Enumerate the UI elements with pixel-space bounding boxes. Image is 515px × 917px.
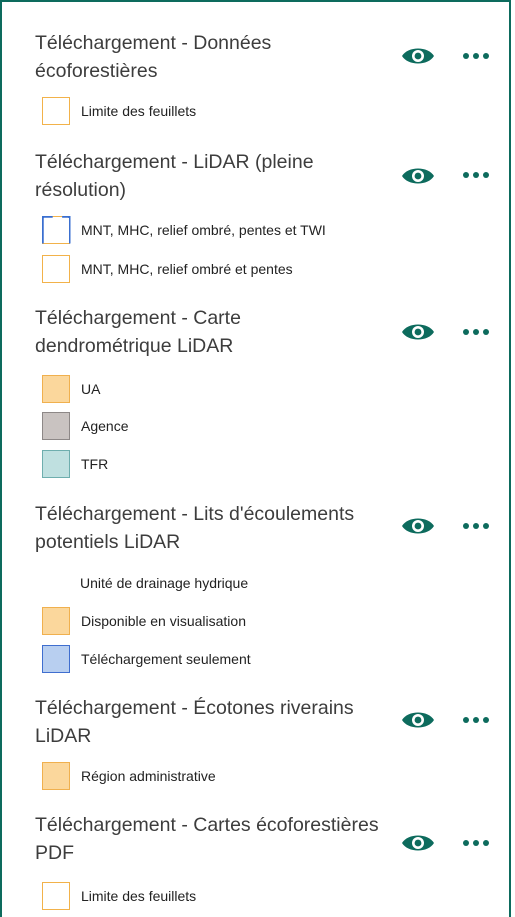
layer-title: Téléchargement - LiDAR (pleine résolutio…: [35, 151, 314, 201]
eye-icon[interactable]: [400, 514, 436, 538]
legend-swatch: [42, 97, 70, 125]
legend-label: Unité de drainage hydrique: [80, 575, 249, 591]
eye-icon[interactable]: [400, 44, 436, 68]
legend-label: UA: [81, 381, 101, 397]
more-horizontal-icon[interactable]: [460, 165, 492, 185]
legend-swatch: [42, 412, 70, 440]
more-horizontal-icon[interactable]: [460, 46, 492, 66]
legend-swatch: [42, 450, 70, 478]
legend-label: MNT, MHC, relief ombré et pentes: [81, 261, 293, 277]
legend-swatch: [42, 375, 70, 403]
more-horizontal-icon[interactable]: [460, 322, 492, 342]
more-horizontal-icon[interactable]: [460, 833, 492, 853]
layer-title: Téléchargement - Carte dendrométrique Li…: [35, 307, 241, 357]
legend-swatch: [42, 882, 70, 910]
more-horizontal-icon[interactable]: [460, 516, 492, 536]
eye-icon[interactable]: [400, 164, 436, 188]
layer-title: Téléchargement - Écotones riverains LiDA…: [35, 697, 354, 747]
legend-swatch: [42, 645, 70, 673]
legend-swatch: [42, 216, 70, 244]
legend-swatch: [42, 762, 70, 790]
legend-label: Région administrative: [81, 768, 216, 784]
legend-label: Disponible en visualisation: [81, 613, 246, 629]
legend-label: MNT, MHC, relief ombré, pentes et TWI: [81, 222, 326, 238]
legend-label: TFR: [81, 456, 109, 472]
legend-label: Téléchargement seulement: [81, 651, 251, 667]
layer-title: Téléchargement - Lits d'écoulements pote…: [35, 503, 355, 553]
legend-swatch: [42, 255, 70, 283]
layer-list-panel: Téléchargement - Données écoforestières …: [0, 0, 511, 917]
more-horizontal-icon[interactable]: [460, 710, 492, 730]
legend-swatch: [42, 607, 70, 635]
legend-label: Agence: [81, 418, 129, 434]
legend-label: Limite des feuillets: [81, 103, 197, 119]
layer-title: Téléchargement - Cartes écoforestières P…: [35, 814, 379, 864]
eye-icon[interactable]: [400, 708, 436, 732]
legend-label: Limite des feuillets: [81, 888, 197, 904]
layer-title: Téléchargement - Données écoforestières: [35, 32, 272, 82]
eye-icon[interactable]: [400, 320, 436, 344]
eye-icon[interactable]: [400, 831, 436, 855]
